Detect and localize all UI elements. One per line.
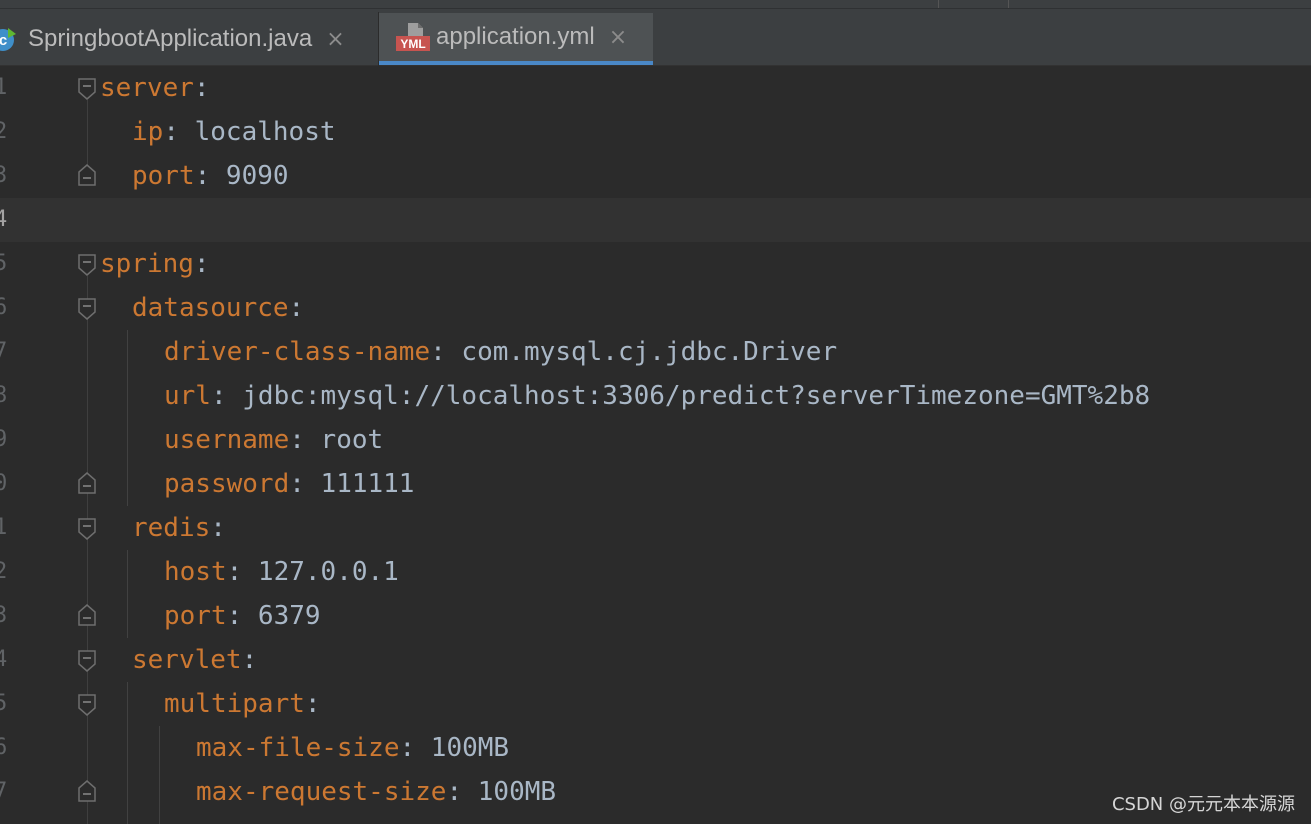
- yaml-colon: :: [289, 469, 305, 499]
- line-number: 1: [0, 515, 8, 540]
- fold-end-icon[interactable]: [78, 472, 96, 494]
- yaml-value: 100MB: [415, 733, 510, 763]
- fold-open-icon[interactable]: [78, 298, 96, 320]
- yaml-key: host: [164, 557, 227, 587]
- line-number: 9: [0, 427, 8, 452]
- yaml-value: jdbc:mysql://localhost:3306/predict?serv…: [226, 381, 1151, 411]
- line-number: 6: [0, 295, 8, 320]
- yaml-colon: :: [194, 161, 211, 191]
- tab-application-yml[interactable]: YML application.yml ×: [379, 13, 653, 65]
- fold-end-icon[interactable]: [78, 604, 96, 626]
- close-tab-icon[interactable]: ×: [609, 25, 627, 50]
- yaml-key: password: [164, 469, 290, 499]
- yaml-key: spring: [100, 249, 194, 279]
- yaml-colon: :: [226, 557, 243, 587]
- yaml-colon: :: [399, 733, 416, 763]
- yaml-colon: :: [241, 645, 258, 675]
- tab-bar-top-rule: [0, 0, 1311, 9]
- line-number: 2: [0, 119, 8, 144]
- yaml-colon: :: [288, 293, 305, 323]
- code-line[interactable]: 5 multipart:: [0, 682, 1311, 726]
- yaml-value: 127.0.0.1: [242, 557, 399, 587]
- yaml-key: redis: [132, 513, 211, 543]
- yaml-key: ip: [132, 117, 164, 147]
- yaml-key: driver-class-name: [164, 337, 431, 367]
- yaml-key: datasource: [132, 293, 289, 323]
- line-number: 5: [0, 691, 8, 716]
- watermark: CSDN @元元本本源源: [1111, 794, 1295, 815]
- code-line[interactable]: 6 datasource:: [0, 286, 1311, 330]
- yaml-colon: :: [430, 337, 446, 367]
- yaml-colon: :: [193, 73, 210, 103]
- yaml-colon: :: [193, 249, 210, 279]
- yaml-value: localhost: [178, 117, 336, 147]
- code-line[interactable]: 4 servlet:: [0, 638, 1311, 682]
- tab-springboot-application[interactable]: c SpringbootApplication.java ×: [0, 13, 378, 65]
- svg-text:c: c: [0, 32, 7, 49]
- close-tab-icon[interactable]: ×: [326, 27, 344, 52]
- yaml-value: com.mysql.cj.jdbc.Driver: [445, 337, 838, 367]
- fold-end-icon[interactable]: [78, 780, 96, 802]
- yaml-colon: :: [210, 513, 226, 543]
- code-line[interactable]: 1 redis:: [0, 506, 1311, 550]
- code-line[interactable]: 5 spring:: [0, 242, 1311, 286]
- yaml-colon: :: [446, 777, 463, 807]
- yaml-key: servlet: [132, 645, 242, 675]
- code-editor[interactable]: 1 server: 2 ip: localhost 3 port: 9090 4…: [0, 66, 1311, 824]
- line-number: 0: [0, 471, 8, 496]
- fold-end-icon[interactable]: [78, 164, 96, 186]
- code-line[interactable]: 8 url: jdbc:mysql://localhost:3306/predi…: [0, 374, 1311, 418]
- yaml-value: 111111: [304, 469, 415, 499]
- yaml-key: server: [100, 73, 194, 103]
- line-number: 7: [0, 339, 8, 364]
- yaml-colon: :: [289, 425, 305, 455]
- code-line[interactable]: 3 port: 9090: [0, 154, 1311, 198]
- code-line[interactable]: 9 username: root: [0, 418, 1311, 462]
- yaml-key: url: [164, 381, 211, 411]
- line-number: 1: [0, 75, 8, 100]
- yaml-value: 6379: [242, 601, 321, 631]
- yaml-value: root: [304, 425, 384, 455]
- line-number: 4: [0, 207, 8, 232]
- java-class-icon: c: [0, 26, 18, 52]
- yml-icon-text: YML: [400, 37, 425, 51]
- fold-open-icon[interactable]: [78, 518, 96, 540]
- editor-tab-bar: c SpringbootApplication.java × YML appli…: [0, 0, 1311, 66]
- yaml-key: multipart: [164, 689, 305, 719]
- yaml-colon: :: [163, 117, 179, 147]
- line-number: 7: [0, 779, 8, 804]
- yaml-key: port: [132, 161, 195, 191]
- yaml-value: 100MB: [462, 777, 557, 807]
- line-number: 6: [0, 735, 8, 760]
- yaml-key: max-file-size: [196, 733, 400, 763]
- code-line[interactable]: 7 driver-class-name: com.mysql.cj.jdbc.D…: [0, 330, 1311, 374]
- fold-open-icon[interactable]: [78, 694, 96, 716]
- fold-open-icon[interactable]: [78, 78, 96, 100]
- current-code-line[interactable]: 4: [0, 198, 1311, 242]
- line-number: 5: [0, 251, 8, 276]
- code-line[interactable]: 2 host: 127.0.0.1: [0, 550, 1311, 594]
- fold-open-icon[interactable]: [78, 650, 96, 672]
- tab-label: SpringbootApplication.java: [28, 25, 313, 52]
- code-line[interactable]: 3 port: 6379: [0, 594, 1311, 638]
- code-line[interactable]: 6 max-file-size: 100MB: [0, 726, 1311, 770]
- code-line[interactable]: 2 ip: localhost: [0, 110, 1311, 154]
- fold-open-icon[interactable]: [78, 254, 96, 276]
- line-number: 3: [0, 603, 8, 628]
- line-number: 8: [0, 383, 8, 408]
- tab-label: application.yml: [436, 23, 595, 50]
- yaml-value: 9090: [210, 161, 289, 191]
- line-number: 2: [0, 559, 8, 584]
- yaml-key: port: [164, 601, 227, 631]
- yaml-key: max-request-size: [196, 777, 447, 807]
- line-number: 3: [0, 163, 8, 188]
- code-line[interactable]: 1 server:: [0, 66, 1311, 110]
- yaml-colon: :: [304, 689, 321, 719]
- code-line[interactable]: 0 password: 111111: [0, 462, 1311, 506]
- yml-file-icon: YML: [396, 22, 430, 52]
- line-number: 4: [0, 647, 8, 672]
- yaml-colon: :: [210, 381, 227, 411]
- yaml-key: username: [164, 425, 290, 455]
- yaml-colon: :: [226, 601, 243, 631]
